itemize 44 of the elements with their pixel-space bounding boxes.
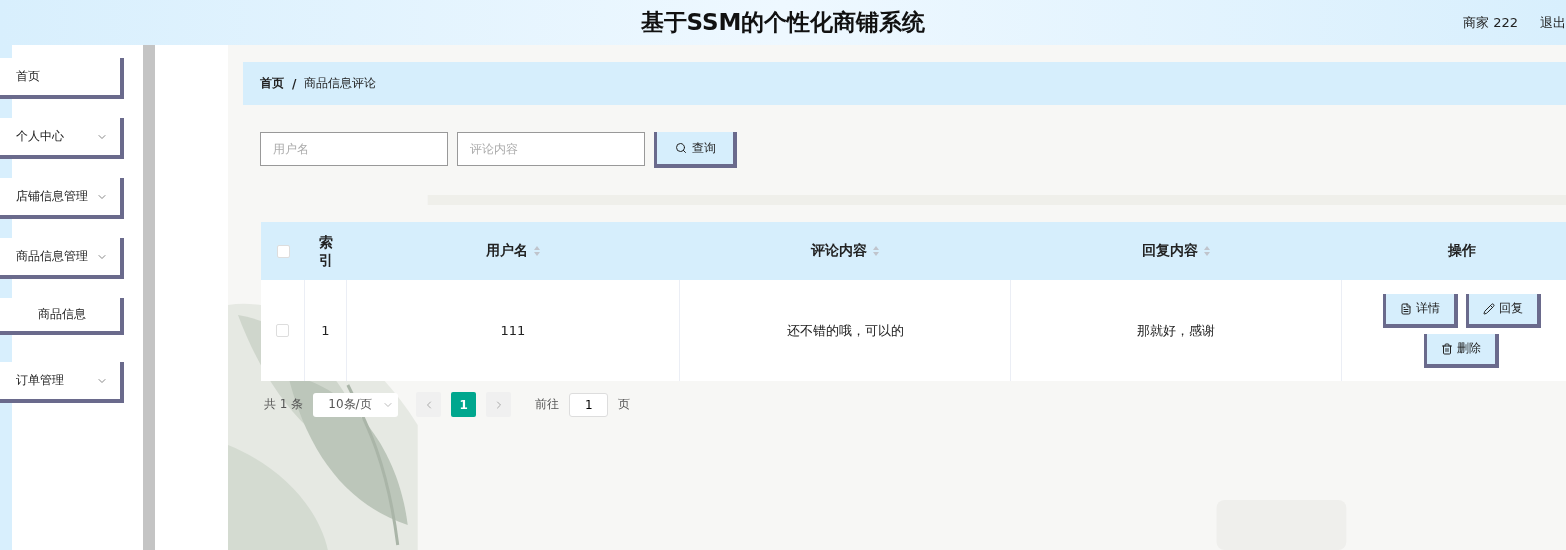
- sidebar-item[interactable]: 店铺信息管理: [0, 178, 124, 219]
- next-page-button[interactable]: [486, 392, 512, 417]
- table-cell: 111: [500, 323, 526, 338]
- total-count: 共 1 条: [264, 396, 304, 413]
- reply-button[interactable]: 回复: [1465, 293, 1541, 328]
- sort-icon[interactable]: [1203, 245, 1211, 257]
- column-header: 索引: [318, 232, 334, 270]
- sort-icon[interactable]: [533, 245, 541, 257]
- search-button[interactable]: 查询: [654, 132, 737, 168]
- sidebar-item[interactable]: 个人中心: [0, 118, 124, 159]
- pencil-icon: [1482, 302, 1495, 315]
- sort-icon[interactable]: [872, 245, 880, 257]
- trash-icon: [1441, 342, 1453, 355]
- detail-button[interactable]: 详情: [1382, 293, 1458, 328]
- delete-button[interactable]: 删除: [1424, 333, 1499, 368]
- sidebar-item[interactable]: 首页: [0, 58, 124, 99]
- table-cell: 1: [321, 323, 330, 338]
- column-header: 操作: [1447, 242, 1476, 260]
- table-cell: 还不错的哦，可以的: [786, 321, 904, 340]
- breadcrumb-separator: /: [292, 76, 297, 91]
- table-cell: 那就好，感谢: [1137, 321, 1215, 340]
- goto-page-field[interactable]: 1: [569, 392, 609, 417]
- breadcrumb-current: 商品信息评论: [304, 75, 377, 92]
- sidebar-subitem[interactable]: 商品信息: [0, 298, 124, 335]
- system-title: 基于SSM的个性化商铺系统: [640, 8, 926, 37]
- breadcrumb-link[interactable]: 首页: [260, 75, 284, 92]
- select-all-checkbox[interactable]: [276, 244, 290, 258]
- prev-page-button[interactable]: [416, 392, 442, 417]
- column-header: 回复内容: [1142, 242, 1198, 260]
- column-header: 评论内容: [811, 242, 867, 260]
- page-size-select[interactable]: 10条/页: [313, 392, 399, 417]
- sidebar-item[interactable]: 商品信息管理: [0, 238, 124, 279]
- scrollbar[interactable]: [143, 45, 155, 550]
- user-name: 商家 222: [1463, 13, 1518, 32]
- search-field[interactable]: 评论内容: [457, 132, 645, 166]
- document-icon: [1399, 302, 1412, 315]
- search-field[interactable]: 用户名: [260, 132, 448, 166]
- row-checkbox[interactable]: [276, 324, 289, 337]
- search-icon: [674, 142, 687, 154]
- goto-label: 前往: [535, 396, 560, 413]
- sidebar-item[interactable]: 订单管理: [0, 362, 124, 403]
- logout-link[interactable]: 退出: [1540, 13, 1566, 32]
- page-suffix: 页: [618, 396, 631, 413]
- column-header: 用户名: [486, 242, 528, 260]
